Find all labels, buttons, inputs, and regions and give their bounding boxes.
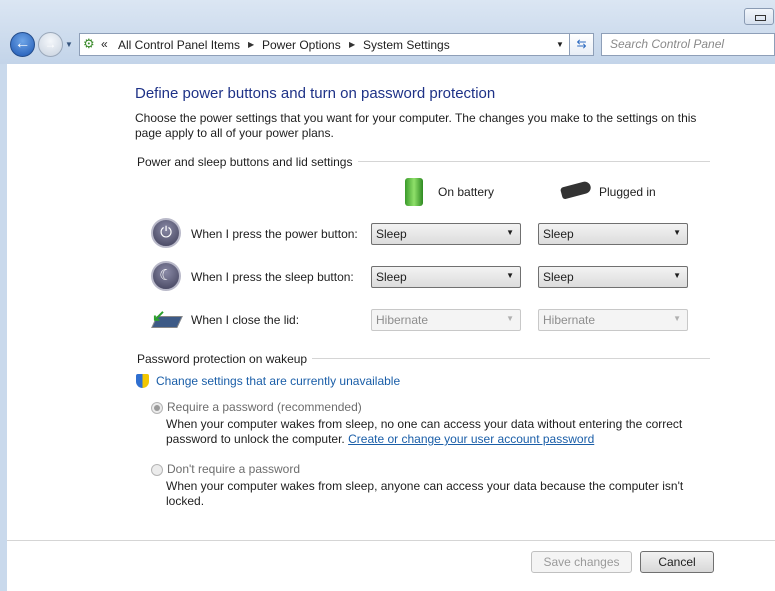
selected-value: Sleep (543, 227, 574, 241)
power-button-plugged-select[interactable]: Sleep ▼ (538, 223, 688, 245)
close-lid-plugged-select[interactable]: Hibernate ▼ (538, 309, 688, 331)
column-on-battery: On battery (438, 185, 495, 199)
breadcrumb-power-options[interactable]: Power Options (262, 38, 341, 52)
address-bar[interactable]: ⚙ « All Control Panel Items ▶ Power Opti… (79, 33, 570, 56)
row-label-close-lid: When I close the lid: (191, 313, 300, 327)
sleep-button-plugged-select[interactable]: Sleep ▼ (538, 266, 688, 288)
row-label-sleep-button: When I press the sleep button: (191, 270, 354, 284)
sleep-button-battery-select[interactable]: Sleep ▼ (371, 266, 521, 288)
require-password-description: When your computer wakes from sleep, no … (166, 417, 706, 447)
intro-text: Choose the power settings that you want … (135, 111, 697, 140)
selected-value: Hibernate (543, 313, 596, 327)
footer-divider (7, 540, 775, 541)
selected-value: Sleep (376, 270, 407, 284)
breadcrumb-separator-icon[interactable]: ▶ (248, 40, 254, 49)
selected-value: Sleep (376, 227, 407, 241)
uac-shield-icon (136, 374, 149, 388)
chevron-down-icon: ▼ (506, 314, 514, 323)
section-header-buttons: Power and sleep buttons and lid settings (137, 155, 353, 169)
create-password-link[interactable]: Create or change your user account passw… (348, 432, 594, 446)
dont-require-password-radio[interactable] (151, 464, 163, 476)
refresh-button[interactable]: ⇆ (569, 33, 594, 56)
search-input[interactable]: Search Control Panel (601, 33, 775, 56)
require-password-radio[interactable] (151, 402, 163, 414)
recent-pages-dropdown[interactable]: ▼ (65, 40, 73, 49)
sleep-button-icon: ☾ (151, 261, 181, 291)
chevron-down-icon: ▼ (506, 228, 514, 237)
dont-require-password-label[interactable]: Don't require a password (167, 462, 300, 476)
breadcrumb-system-settings[interactable]: System Settings (363, 38, 450, 52)
column-plugged-in: Plugged in (599, 185, 656, 199)
power-button-battery-select[interactable]: Sleep ▼ (371, 223, 521, 245)
forward-button[interactable]: → (38, 32, 63, 57)
selected-value: Sleep (543, 270, 574, 284)
section-divider (358, 161, 710, 162)
close-lid-battery-select[interactable]: Hibernate ▼ (371, 309, 521, 331)
row-label-power-button: When I press the power button: (191, 227, 358, 241)
address-dropdown-icon[interactable]: ▼ (556, 40, 564, 49)
dont-require-password-description: When your computer wakes from sleep, any… (166, 479, 684, 508)
cancel-button[interactable]: Cancel (640, 551, 714, 573)
change-settings-link[interactable]: Change settings that are currently unava… (156, 374, 400, 388)
chevron-down-icon: ▼ (506, 271, 514, 280)
battery-icon (405, 178, 423, 206)
back-button[interactable]: ← (10, 32, 35, 57)
require-password-label[interactable]: Require a password (recommended) (167, 400, 362, 414)
chevron-down-icon: ▼ (673, 271, 681, 280)
save-changes-button[interactable]: Save changes (531, 551, 632, 573)
minimize-button[interactable] (744, 8, 774, 25)
selected-value: Hibernate (376, 313, 429, 327)
chevron-down-icon: ▼ (673, 314, 681, 323)
breadcrumb-separator-icon[interactable]: ▶ (349, 40, 355, 49)
chevron-down-icon: ▼ (673, 228, 681, 237)
control-panel-icon: ⚙ (83, 36, 95, 51)
laptop-lid-icon: ↙ (150, 306, 183, 332)
section-header-password: Password protection on wakeup (137, 352, 308, 366)
overflow-chevron[interactable]: « (101, 37, 108, 51)
power-button-icon: ⏻ (151, 218, 181, 248)
section-divider (312, 358, 710, 359)
breadcrumb-all-items[interactable]: All Control Panel Items (118, 38, 240, 52)
page-title: Define power buttons and turn on passwor… (135, 85, 496, 102)
